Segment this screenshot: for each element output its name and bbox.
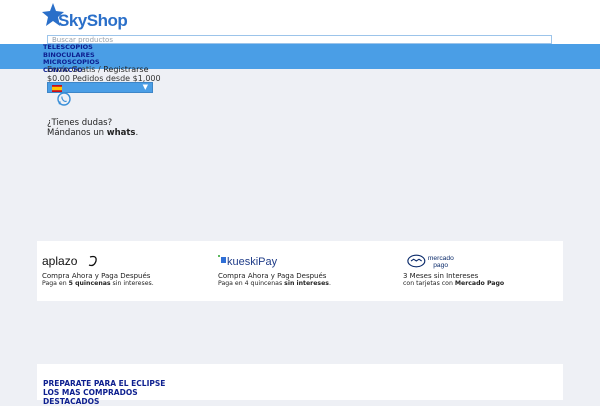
promo-featured[interactable]: DESTACADOS xyxy=(43,397,99,406)
kueski-detail: Paga en 4 quincenas sin intereses. xyxy=(218,280,331,287)
help-text[interactable]: Mándanos un whats. xyxy=(47,128,138,138)
promo-best-sellers[interactable]: LOS MAS COMPRADOS xyxy=(43,388,138,397)
account-links: Envío Gratis / Registrarse xyxy=(47,65,149,74)
chevron-down-icon: ▼ xyxy=(142,83,148,91)
payment-aplazo[interactable]: aplazo Compra Ahora y Paga Después Paga … xyxy=(42,241,212,301)
register-link[interactable]: Registrarse xyxy=(103,65,148,74)
help-block: ¿Tienes dudas? Mándanos un whats. xyxy=(47,118,138,138)
promo-eclipse[interactable]: PREPARATE PARA EL ECLIPSE xyxy=(43,379,165,388)
kueski-headline: Compra Ahora y Paga Después xyxy=(218,272,327,280)
payment-options: aplazo Compra Ahora y Paga Después Paga … xyxy=(37,241,563,301)
mercado-pago-logo: mercado pago xyxy=(407,254,454,269)
payment-kueski[interactable]: kueskiPay Compra Ahora y Paga Después Pa… xyxy=(218,241,388,301)
svg-text:pago: pago xyxy=(433,262,448,269)
shipping-link[interactable]: Envío Gratis xyxy=(47,65,95,74)
mercadopago-detail: con tarjetas con Mercado Pago xyxy=(403,280,505,287)
svg-text:kueskiPay: kueskiPay xyxy=(227,256,278,268)
search-input[interactable]: Buscar productos xyxy=(47,35,552,44)
whats-link: whats xyxy=(106,128,136,138)
logo-text: SkyShop xyxy=(58,11,128,30)
promo-section: PREPARATE PARA EL ECLIPSE LOS MAS COMPRA… xyxy=(37,364,563,406)
aplazo-logo: aplazo xyxy=(42,254,97,268)
payment-mercadopago[interactable]: mercado pago 3 Meses sin Intereses con t… xyxy=(403,241,573,301)
spain-flag-icon xyxy=(52,85,62,92)
kueski-pay-logo: kueskiPay xyxy=(218,255,278,268)
mercadopago-headline: 3 Meses sin Intereses xyxy=(403,272,479,280)
svg-text:aplazo: aplazo xyxy=(42,254,78,268)
aplazo-headline: Compra Ahora y Paga Después xyxy=(42,272,151,280)
aplazo-detail: Paga en 5 quincenas sin intereses. xyxy=(42,280,154,287)
help-question: ¿Tienes dudas? xyxy=(47,118,113,128)
whatsapp-icon[interactable] xyxy=(57,92,71,106)
skyshop-logo[interactable]: SkyShop xyxy=(42,3,132,39)
